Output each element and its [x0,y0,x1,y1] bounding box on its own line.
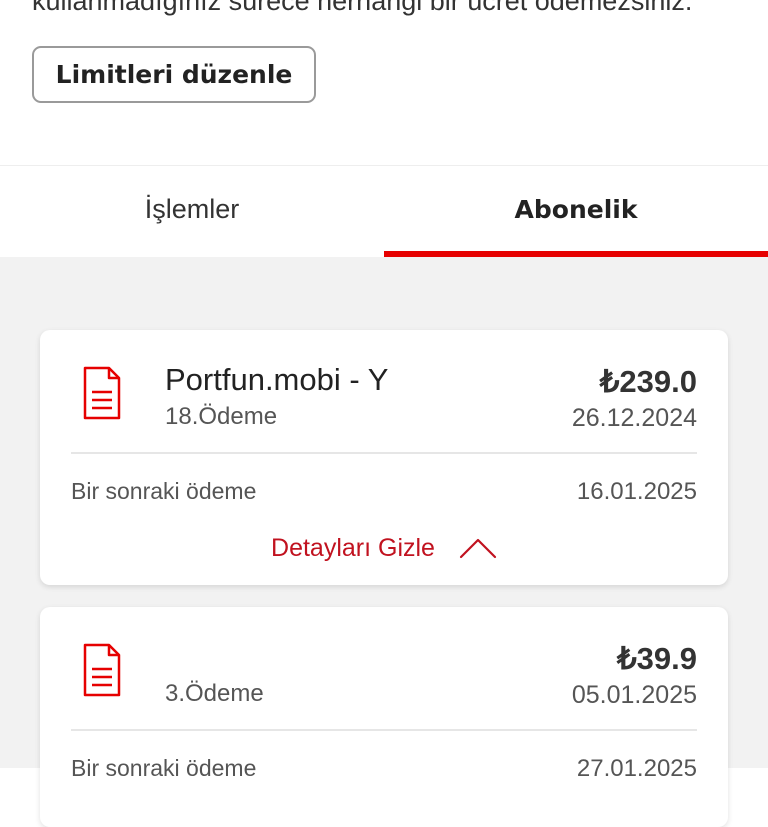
tab-subscription-label: Abonelik [514,195,638,224]
next-payment-date: 16.01.2025 [576,478,697,505]
payment-amount: ₺39.9 [616,641,697,676]
document-icon [83,366,121,420]
chevron-up-icon [459,538,497,559]
next-payment-label: Bir sonraki ödeme [71,755,257,781]
payment-amount: ₺239.0 [599,364,697,399]
subscription-card: 3.Ödeme ₺39.9 05.01.2025 Bir sonraki öde… [40,607,728,827]
hide-details-label: Detayları Gizle [271,533,435,562]
tab-transactions-label: İşlemler [144,194,240,224]
document-icon [83,643,121,697]
tab-subscription[interactable]: Abonelik [384,166,768,257]
next-payment-date: 27.01.2025 [576,755,697,782]
edit-limits-button[interactable]: Limitleri düzenle [32,46,316,103]
limits-section: kullanmadığınız sürece herhangi bir ücre… [0,0,768,166]
next-payment-label: Bir sonraki ödeme [71,478,257,504]
payment-count: 18.Ödeme [165,403,278,430]
subscription-title: Portfun.mobi - Y [165,362,389,397]
hide-details-button[interactable]: Detayları Gizle [40,528,728,568]
payment-date: 26.12.2024 [571,404,697,432]
tab-bar: İşlemler Abonelik [0,166,768,257]
tab-transactions[interactable]: İşlemler [0,166,384,257]
limits-info-text: kullanmadığınız sürece herhangi bir ücre… [32,0,693,16]
card-divider [71,729,697,731]
payment-count: 3.Ödeme [165,680,264,707]
card-divider [71,452,697,454]
subscription-card: Portfun.mobi - Y 18.Ödeme ₺239.0 26.12.2… [40,330,728,585]
payment-date: 05.01.2025 [571,681,697,709]
